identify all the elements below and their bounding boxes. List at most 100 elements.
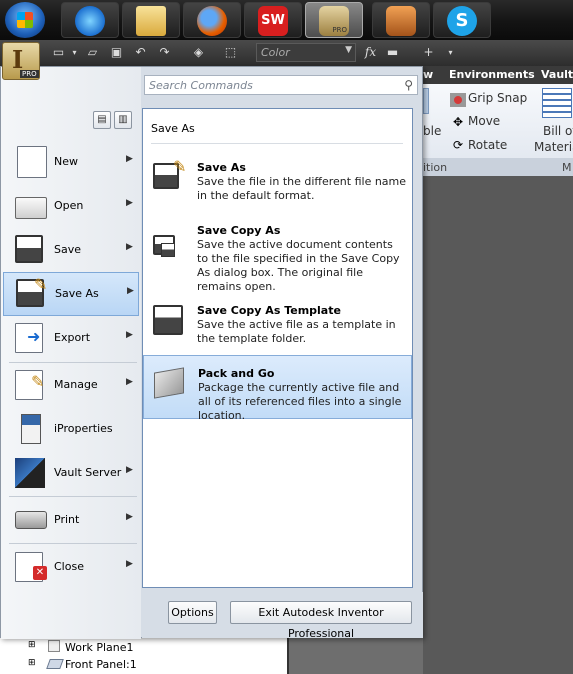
ribbon-ble[interactable]: ble [423, 124, 441, 138]
dropdown-arrow-icon[interactable]: ▾ [66, 45, 83, 60]
taskbar-itunes[interactable] [61, 2, 119, 38]
submenu-item-title: Save Copy As Template [197, 304, 341, 317]
taskbar-solidworks[interactable]: SW [244, 2, 302, 38]
workplane-icon [48, 640, 60, 652]
start-button[interactable] [5, 2, 45, 38]
update-icon[interactable]: ◈ [190, 45, 207, 60]
ribbon-grip-snap[interactable]: Grip Snap [468, 91, 527, 105]
undo-icon[interactable]: ↶ [132, 45, 149, 60]
skype-icon: S [447, 6, 477, 36]
taskbar-inventor[interactable]: PRO [305, 2, 363, 38]
chevron-right-icon: ▶ [126, 198, 133, 208]
open-icon[interactable]: ▱ [84, 45, 101, 60]
graphics-window[interactable] [423, 176, 573, 674]
submenu-item-save-as[interactable]: ✎ Save As Save the file in the different… [143, 157, 412, 209]
options-button[interactable]: Options [168, 601, 217, 624]
menu-item-iproperties[interactable]: iProperties [3, 408, 139, 450]
submenu-item-title: Pack and Go [198, 367, 275, 380]
expand-icon[interactable]: ⊞ [28, 640, 36, 650]
ribbon-move[interactable]: Move [468, 114, 500, 128]
redo-icon[interactable]: ↷ [156, 45, 173, 60]
menu-item-label: Vault Server [54, 466, 122, 479]
inventor-icon: PRO [319, 6, 349, 36]
chevron-right-icon: ▶ [127, 286, 134, 296]
tab-environments[interactable]: Environments [449, 68, 535, 81]
select-icon[interactable]: ⬚ [222, 45, 239, 60]
itunes-icon [75, 6, 105, 36]
menu-item-new[interactable]: New ▶ [3, 141, 139, 183]
menu-item-manage[interactable]: ✎ Manage ▶ [3, 364, 139, 406]
save-icon[interactable]: ▣ [108, 45, 125, 60]
menu-item-label: Export [54, 331, 91, 344]
browser-row[interactable]: Front Panel:1 [65, 658, 137, 671]
application-menu: ▤ ▥ New ▶ Open ▶ Save ▶ ✎ Save As ▶ ➜ Ex… [0, 66, 423, 640]
inventor-alt-icon [386, 6, 416, 36]
submenu-item-desc: Save the file in the different file name… [197, 175, 407, 202]
taskbar-firefox[interactable] [183, 2, 241, 38]
ribbon-bill-of[interactable]: Bill of [543, 124, 573, 138]
customize-arrow-icon[interactable]: ▾ [442, 45, 459, 60]
panel-label-m: M [562, 161, 572, 174]
menu-item-export[interactable]: ➜ Export ▶ [3, 317, 139, 359]
search-commands-input[interactable]: Search Commands ⚲ [144, 75, 418, 95]
application-menu-button[interactable]: I PRO [2, 42, 40, 80]
submenu-item-save-copy-as[interactable]: Save Copy As Save the active document co… [143, 221, 412, 293]
menu-item-print[interactable]: Print ▶ [3, 499, 139, 541]
menu-item-vault-server[interactable]: Vault Server ▶ [3, 452, 139, 494]
menu-item-label: Close [54, 560, 84, 573]
menu-item-label: New [54, 155, 78, 168]
plus-icon[interactable]: + [420, 45, 437, 60]
chevron-right-icon: ▶ [126, 377, 133, 387]
pro-badge: PRO [20, 70, 39, 78]
chevron-right-icon: ▶ [126, 559, 133, 569]
printer-icon [15, 511, 47, 529]
search-placeholder: Search Commands [149, 79, 253, 92]
menu-item-save[interactable]: Save ▶ [3, 229, 139, 271]
menu-item-label: Manage [54, 378, 98, 391]
color-combo-text: Color [261, 46, 290, 59]
constraint-icon[interactable] [423, 88, 429, 114]
bill-of-materials-icon [542, 88, 572, 118]
expand-icon[interactable]: ⊞ [28, 658, 36, 668]
folder-icon [136, 6, 166, 36]
submenu-item-desc: Save the active document contents to the… [197, 238, 400, 293]
open-folder-icon [15, 197, 47, 219]
panel-label-position: ition [423, 161, 448, 174]
chevron-down-icon: ▼ [345, 45, 352, 55]
tab-vault[interactable]: Vault [541, 68, 573, 81]
ribbon-materia[interactable]: Materia [534, 140, 573, 154]
browser-row[interactable]: Work Plane1 [65, 641, 134, 654]
taskbar-skype[interactable]: S [433, 2, 491, 38]
submenu-item-save-copy-as-template[interactable]: Save Copy As Template Save the active fi… [143, 301, 412, 347]
pencil-icon: ✎ [31, 372, 45, 391]
fx-icon[interactable]: fx [362, 45, 379, 60]
exit-button[interactable]: Exit Autodesk Inventor Professional [230, 601, 412, 640]
ribbon-rotate[interactable]: Rotate [468, 138, 507, 152]
firefox-icon [197, 6, 227, 36]
new-icon[interactable]: ▭ [50, 45, 67, 60]
app-menu-left-panel: ▤ ▥ New ▶ Open ▶ Save ▶ ✎ Save As ▶ ➜ Ex… [1, 67, 141, 639]
menu-separator [9, 362, 137, 363]
menu-item-close[interactable]: ✕ Close ▶ [3, 546, 139, 588]
submenu-item-pack-and-go[interactable]: Pack and Go Package the currently active… [143, 355, 412, 422]
taskbar-explorer[interactable] [122, 2, 180, 38]
part-icon [46, 659, 64, 669]
model-browser: ⊞ Work Plane1 ⊞ Front Panel:1 [0, 638, 289, 674]
measure-icon[interactable]: ▬ [384, 45, 401, 60]
recent-documents-icon[interactable]: ▤ [93, 111, 111, 129]
color-combo[interactable]: Color ▼ [256, 43, 356, 62]
menu-item-label: Save As [55, 287, 99, 300]
taskbar-inventor-alt[interactable] [372, 2, 430, 38]
close-icon: ✕ [33, 566, 47, 580]
tab-view[interactable]: w [423, 68, 433, 81]
chevron-right-icon: ▶ [126, 512, 133, 522]
windows-logo-icon [17, 12, 33, 28]
menu-item-save-as[interactable]: ✎ Save As ▶ [3, 272, 139, 316]
menu-separator [9, 543, 137, 544]
menu-item-open[interactable]: Open ▶ [3, 185, 139, 227]
arrow-right-icon: ➜ [27, 327, 41, 346]
template-icon [153, 305, 183, 335]
submenu-item-desc: Package the currently active file and al… [198, 381, 402, 422]
chevron-right-icon: ▶ [126, 330, 133, 340]
open-documents-icon[interactable]: ▥ [114, 111, 132, 129]
